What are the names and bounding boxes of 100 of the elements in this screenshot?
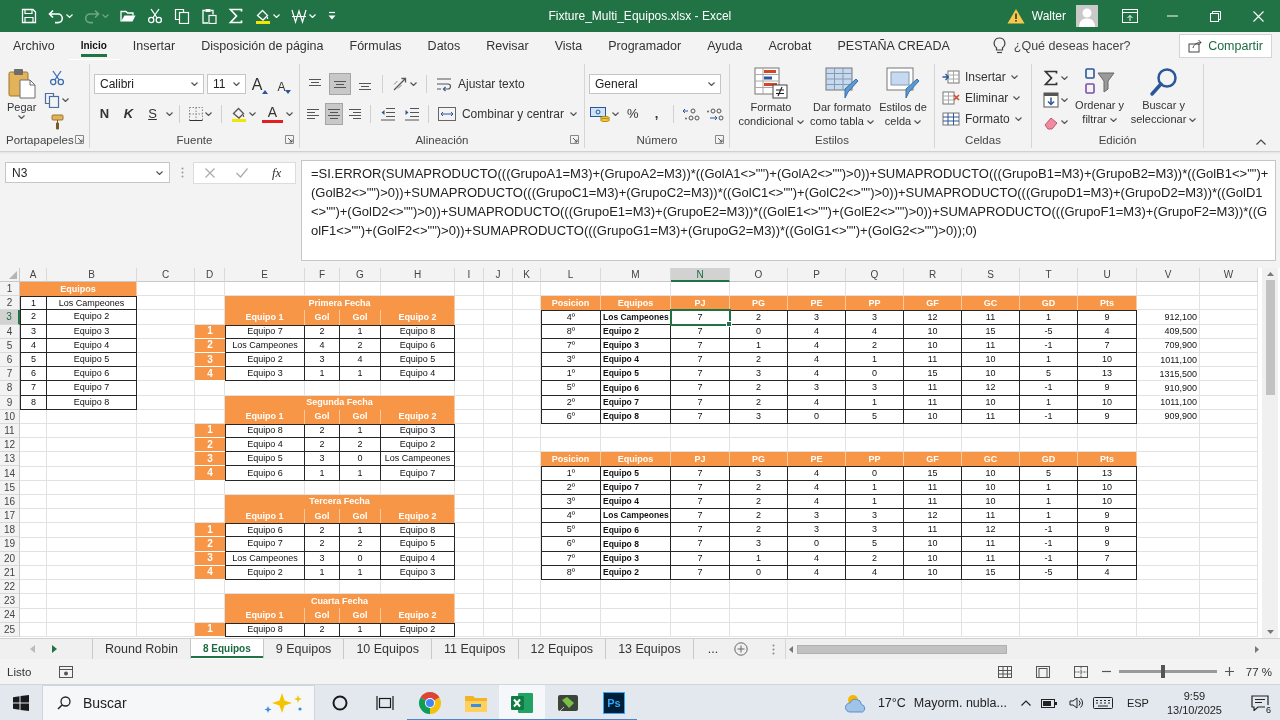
row-number[interactable]: 12 [0, 438, 20, 453]
font-size-dropdown[interactable]: 11 [206, 73, 247, 94]
taskbar-app-button[interactable] [499, 684, 545, 720]
more-sheets-button[interactable]: ... [693, 639, 729, 659]
fill-down-button[interactable] [1040, 90, 1071, 109]
macro-record-button[interactable] [59, 665, 74, 678]
formula-field[interactable]: =SI.ERROR(SUMAPRODUCTO(((GrupoA1=M3)+(GrupoA2=M3))*((GolA1<>"")+(GolA2<>"")>0))+SUMAPRODUCTO(((GrupoB1=M3)+(GrupoB2=M3))*((GolB1<>"")+(GolB2<>"")>0))+SUMAPRODUCTO(((GrupoC1=M3)+(GrupoC2=M3))*((GolC1<>"")+(GolC2<>"")>0))+SUMAPRODUCTO(((GrupoD1=M3)+(GrupoD2=M3))*((GolD1<>"")+(GolD2<>"")>0))+SUMAPRODUCTO(((GrupoE1=M3)+(GrupoE2=M3))*((GolE1<>"")+(GolE2<>"")>0))+SUMAPRODUCTO(((GrupoF1=M3)+(GrupoF2=M3))*((GolF1<>"")+(GolF2<>"")>0))+SUMAPRODUCTO(((GrupoG1=M3)+(GrupoG2=M3))*((GolG1<>"")+(GolG2<>"")>0));0) [301, 160, 1276, 261]
bold-button[interactable]: N [94, 103, 115, 124]
column-header-letter[interactable]: D [195, 268, 225, 282]
dialog-launcher-button[interactable] [73, 133, 86, 146]
ribbon-tab[interactable]: Ayuda [694, 32, 756, 60]
column-header-letter[interactable]: L [541, 268, 601, 282]
page-layout-button[interactable] [1035, 665, 1050, 678]
column-header-letter[interactable]: C [137, 268, 195, 282]
scrollbar-thumb[interactable] [797, 644, 1008, 654]
clock-button[interactable]: 9:59 13/10/2025 [1158, 684, 1230, 720]
weather-button[interactable]: 17°C Mayorm. nubla... [837, 684, 1013, 720]
column-header-letter[interactable]: V [1137, 268, 1200, 282]
column-header-letter[interactable]: O [730, 268, 788, 282]
italic-button[interactable]: K [118, 103, 139, 124]
sheet-tab[interactable]: 10 Equipos [344, 639, 432, 659]
page-break-button[interactable] [1073, 665, 1088, 678]
keyboard-button[interactable] [1092, 696, 1113, 709]
ribbon-tab[interactable]: Vista [541, 32, 596, 60]
ribbon-tab[interactable]: Archivo [0, 32, 68, 60]
font-color-button[interactable]: A [262, 104, 283, 123]
column-header-letter[interactable]: I [455, 268, 484, 282]
delete-button[interactable]: Eliminar [939, 88, 1027, 108]
ribbon-tab[interactable]: PESTAÑA CREADA [824, 32, 963, 60]
sheet-tab[interactable]: 12 Equipos [518, 639, 607, 659]
user-name[interactable]: Walter [1031, 9, 1066, 23]
sheet-tab[interactable]: 9 Equipos [263, 639, 345, 659]
slider-thumb[interactable] [1160, 665, 1165, 678]
column-header-letter[interactable]: A [20, 268, 47, 282]
show-hidden-icons-button[interactable] [1020, 699, 1031, 706]
number-format-dropdown[interactable]: General [589, 73, 721, 94]
row-number[interactable]: 17 [0, 509, 20, 524]
column-header-letter[interactable]: S [962, 268, 1020, 282]
ribbon-tab[interactable]: Revisar [473, 32, 542, 60]
comma-style-button[interactable]: , [646, 103, 668, 124]
ribbon-tab[interactable]: Programador [595, 32, 695, 60]
ribbon-tab[interactable]: Fórmulas [336, 32, 415, 60]
column-header-letter[interactable]: Q [846, 268, 904, 282]
row-number[interactable]: 7 [0, 367, 20, 382]
underline-button[interactable]: S [142, 103, 163, 124]
fill-handle[interactable] [726, 320, 732, 327]
column-header-letter[interactable]: M [601, 268, 671, 282]
row-number[interactable]: 13 [0, 452, 20, 467]
sheet-tab[interactable]: 11 Equipos [431, 639, 519, 659]
format-button[interactable]: Formato [939, 109, 1027, 129]
column-header-letter[interactable]: J [484, 268, 513, 282]
sheet-tab[interactable]: Round Robin [92, 639, 191, 659]
normal-view-button[interactable] [997, 665, 1012, 678]
dialog-launcher-button[interactable] [568, 133, 580, 146]
zoom-level[interactable]: 77 % [1245, 665, 1272, 678]
column-header-letter[interactable]: P [788, 268, 846, 282]
percent-style-button[interactable]: % [622, 103, 644, 124]
conditional-format-button[interactable]: Formato condicional [734, 64, 808, 131]
column-header-letter[interactable]: G [340, 268, 381, 282]
column-header-letter[interactable]: N [671, 268, 730, 282]
input-language[interactable]: ESP [1126, 696, 1149, 709]
row-number[interactable]: 24 [0, 608, 20, 623]
tell-me-field[interactable]: ¿Qué deseas hacer? [992, 34, 1137, 58]
sheet-tab[interactable]: 13 Equipos [606, 639, 694, 659]
row-number[interactable]: 3 [0, 310, 20, 325]
share-button[interactable]: Compartir [1179, 34, 1272, 58]
column-header-letter[interactable]: R [904, 268, 962, 282]
wrap-text-button[interactable]: Ajustar texto [433, 73, 528, 94]
ribbon-tab[interactable]: Datos [414, 32, 474, 60]
row-number[interactable]: 23 [0, 594, 20, 609]
ribbon-tab[interactable]: Insertar [119, 32, 189, 60]
dialog-launcher-button[interactable] [713, 133, 725, 146]
font-name-dropdown[interactable]: Calibri [94, 73, 204, 94]
column-header-letter[interactable]: E [225, 268, 305, 282]
shrink-font-button[interactable]: A [274, 73, 295, 94]
column-header-letter[interactable]: T [1020, 268, 1078, 282]
insert-button[interactable]: Insertar [939, 67, 1027, 87]
row-number[interactable]: 8 [0, 381, 20, 396]
insert-function-button[interactable]: fx [269, 165, 285, 181]
row-number[interactable]: 18 [0, 523, 20, 538]
zoom-in-button[interactable] [1224, 667, 1234, 676]
row-number[interactable]: 2 [0, 296, 20, 311]
battery-button[interactable] [1040, 696, 1059, 709]
paste-button[interactable]: Pegar [6, 64, 38, 131]
row-number[interactable]: 14 [0, 466, 20, 481]
ribbon-tab[interactable]: Acrobat [755, 32, 825, 60]
grow-font-button[interactable]: A [249, 73, 271, 94]
name-box[interactable]: N3 [5, 162, 170, 183]
row-number[interactable]: 19 [0, 537, 20, 552]
column-header-letter[interactable]: B [47, 268, 137, 282]
vertical-scrollbar[interactable] [1262, 268, 1278, 638]
dialog-launcher-button[interactable] [283, 133, 295, 146]
cell-styles-button[interactable]: Estilos de celda [876, 64, 930, 131]
scrollbar-thumb[interactable] [1265, 280, 1275, 395]
column-header-letter[interactable]: W [1200, 268, 1258, 282]
sort-filter-button[interactable]: Ordenar y filtrar [1071, 64, 1129, 131]
ribbon-tab[interactable]: Disposición de página [188, 32, 337, 60]
find-select-button[interactable]: Buscar y seleccionar [1128, 64, 1199, 131]
volume-button[interactable] [1068, 696, 1083, 709]
taskbar-app-button[interactable]: Ps [591, 684, 637, 720]
